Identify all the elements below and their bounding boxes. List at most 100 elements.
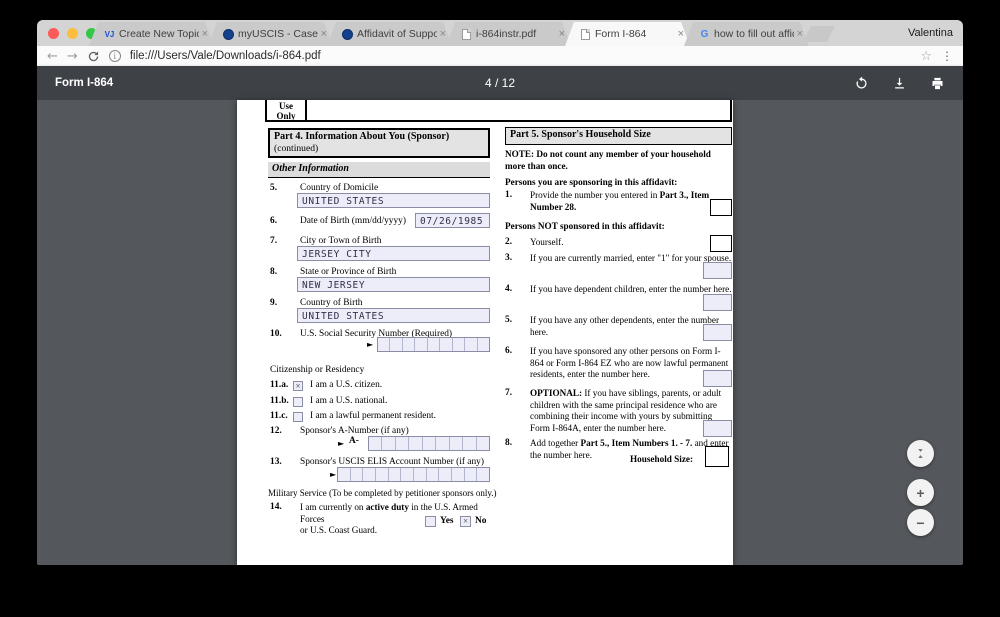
url-text[interactable]: file:///Users/Vale/Downloads/i-864.pdf: [130, 50, 912, 62]
field-label: I am a U.S. national.: [310, 396, 387, 406]
item-number: 11.c.: [270, 411, 288, 421]
item-number: 8.: [270, 267, 277, 277]
visajourney-favicon: VJ: [103, 28, 116, 41]
yourself-number-box[interactable]: [710, 235, 732, 252]
field-label: State or Province of Birth: [300, 267, 396, 277]
item-number: 13.: [270, 457, 282, 467]
item-number: 4.: [505, 284, 512, 294]
item-number: 5.: [505, 315, 512, 325]
rotate-icon[interactable]: [853, 75, 869, 91]
date-of-birth-field[interactable]: 07/26/1985: [415, 213, 490, 228]
chrome-menu-icon[interactable]: ⋮: [941, 49, 953, 63]
field-label: Country of Domicile: [300, 183, 378, 193]
permanent-resident-checkbox[interactable]: [293, 412, 303, 422]
not-sponsored-section-label: Persons NOT sponsored in this affidavit:: [505, 221, 732, 233]
part4-subtitle: (continued): [274, 143, 484, 155]
item-number: 8.: [505, 438, 512, 448]
item-text: If you have sponsored any other persons …: [530, 346, 732, 381]
tab-close-icon[interactable]: ×: [797, 29, 803, 40]
new-tab-button[interactable]: [803, 26, 834, 42]
item-number: 5.: [270, 183, 277, 193]
fit-to-page-button[interactable]: [907, 440, 934, 467]
minimize-window-button[interactable]: [67, 28, 78, 39]
tab-title: myUSCIS - Case Status: [238, 28, 318, 40]
zoom-in-button[interactable]: +: [907, 479, 934, 506]
document-favicon: [581, 29, 590, 40]
citizenship-section-label: Citizenship or Residency: [270, 365, 364, 375]
browser-window: VJ Create New Topic - VisaJo × myUSCIS -…: [37, 20, 963, 565]
active-duty-yes-checkbox[interactable]: [425, 516, 436, 527]
google-favicon: G: [698, 28, 711, 41]
reload-icon[interactable]: [87, 50, 100, 63]
field-label: Date of Birth (mm/dd/yyyy): [300, 216, 406, 226]
a-number-comb-field[interactable]: [368, 436, 490, 451]
zoom-out-button[interactable]: −: [907, 509, 934, 536]
tab-close-icon[interactable]: ×: [440, 29, 446, 40]
part4-header: Part 4. Information About You (Sponsor) …: [268, 128, 490, 158]
item-number: 10.: [270, 329, 282, 339]
spouse-number-field[interactable]: [703, 262, 732, 279]
field-label: Sponsor's USCIS ELIS Account Number (if …: [300, 457, 484, 467]
tab-google-search[interactable]: G how to fill out affidavit of s ×: [684, 22, 809, 46]
pointer-arrow-icon: ►: [367, 340, 373, 349]
military-service-label: Military Service (To be completed by pet…: [268, 488, 497, 498]
city-of-birth-field[interactable]: JERSEY CITY: [297, 246, 490, 261]
download-icon[interactable]: [891, 75, 907, 91]
uscis-favicon: [342, 29, 353, 40]
field-label: Sponsor's A-Number (if any): [300, 426, 409, 436]
tab-visajourney[interactable]: VJ Create New Topic - VisaJo ×: [89, 22, 214, 46]
gov-use-box: Use Only: [265, 100, 307, 122]
back-icon[interactable]: ←: [47, 50, 58, 63]
close-window-button[interactable]: [48, 28, 59, 39]
tab-title: Affidavit of Support Under: [357, 28, 437, 40]
part5-header: Part 5. Sponsor's Household Size: [505, 127, 732, 145]
pdf-page: Use Only Part 4. Information About You (…: [237, 100, 733, 565]
tab-i864instr[interactable]: i-864instr.pdf ×: [446, 22, 571, 46]
tab-form-i864-active[interactable]: Form I-864 ×: [565, 22, 690, 46]
pointer-arrow-icon: ►: [330, 470, 336, 479]
field-label: Country of Birth: [300, 298, 363, 308]
tab-close-icon[interactable]: ×: [559, 29, 565, 40]
part5-note: NOTE: Do not count any member of your ho…: [505, 149, 732, 172]
page-info-icon[interactable]: i: [109, 50, 121, 62]
country-of-birth-field[interactable]: UNITED STATES: [297, 308, 490, 323]
household-size-box[interactable]: [705, 446, 729, 467]
item-text: Provide the number you entered in Part 3…: [530, 190, 732, 213]
uscis-favicon: [223, 29, 234, 40]
profile-name[interactable]: Valentina: [908, 27, 953, 39]
item-number: 11.a.: [270, 380, 288, 390]
sponsoring-section-label: Persons you are sponsoring in this affid…: [505, 177, 732, 189]
tab-title: i-864instr.pdf: [476, 28, 556, 40]
us-national-checkbox[interactable]: [293, 397, 303, 407]
tab-close-icon[interactable]: ×: [202, 29, 208, 40]
item-number: 6.: [270, 216, 277, 226]
us-citizen-checkbox[interactable]: ×: [293, 381, 303, 391]
tab-myuscis[interactable]: myUSCIS - Case Status ×: [208, 22, 333, 46]
ssn-comb-field[interactable]: [377, 337, 490, 352]
household-size-label: Household Size:: [630, 454, 693, 466]
country-of-domicile-field[interactable]: UNITED STATES: [297, 193, 490, 208]
bookmark-star-icon[interactable]: ☆: [920, 49, 932, 64]
dependents-number-field[interactable]: [703, 324, 732, 341]
item-number: 11.b.: [270, 396, 289, 406]
elis-account-comb-field[interactable]: [337, 467, 490, 482]
item-number: 14.: [270, 502, 282, 512]
tab-title: Form I-864: [595, 28, 675, 40]
state-of-birth-field[interactable]: NEW JERSEY: [297, 277, 490, 292]
item-number: 6.: [505, 346, 512, 356]
print-icon[interactable]: [929, 75, 945, 91]
children-number-field[interactable]: [703, 294, 732, 311]
i864a-number-field[interactable]: [703, 420, 732, 437]
tab-title: how to fill out affidavit of s: [714, 28, 794, 40]
forward-icon[interactable]: →: [67, 50, 78, 63]
tab-title: Create New Topic - VisaJo: [119, 28, 199, 40]
sponsored-number-box[interactable]: [710, 199, 732, 216]
item-number: 1.: [505, 190, 512, 200]
yes-label: Yes: [440, 516, 454, 526]
sponsored-others-number-field[interactable]: [703, 370, 732, 387]
no-label: No: [475, 516, 486, 526]
tab-close-icon[interactable]: ×: [678, 29, 684, 40]
tab-close-icon[interactable]: ×: [321, 29, 327, 40]
tab-affidavit[interactable]: Affidavit of Support Under ×: [327, 22, 452, 46]
active-duty-no-checkbox[interactable]: ×: [460, 516, 471, 527]
